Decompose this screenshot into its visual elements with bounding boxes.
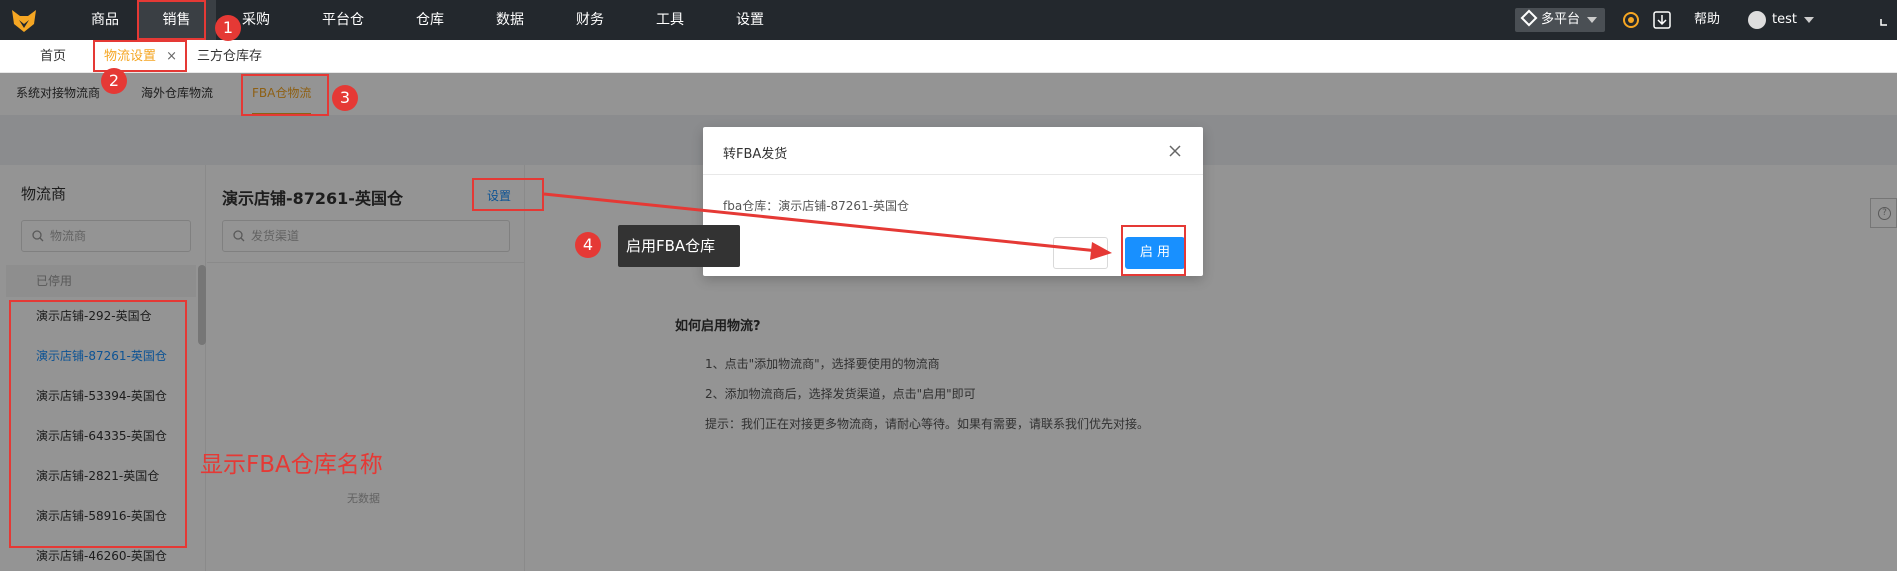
page-tabs-bar: 首页 物流设置 × 三方仓库存 [0, 40, 1897, 73]
annotation-badge: 1 [215, 15, 241, 41]
top-nav-bar: 商品 销售 采购 平台仓 仓库 数据 财务 工具 设置 多平台 帮助 test [0, 0, 1897, 40]
annotation-badge: 2 [101, 68, 127, 94]
tab-home[interactable]: 首页 [40, 40, 66, 73]
nav-item-finance[interactable]: 财务 [560, 0, 620, 40]
modal-fba-warehouse: fba仓库：演示店铺-87261-英国仓 [723, 199, 910, 213]
annotation-box-list [9, 300, 187, 548]
help-link[interactable]: 帮助 [1694, 0, 1720, 40]
nav-item-tools[interactable]: 工具 [640, 0, 700, 40]
logo-icon[interactable] [10, 6, 38, 34]
nav-item-products[interactable]: 商品 [80, 0, 130, 40]
username[interactable]: test [1772, 0, 1797, 40]
nav-item-settings[interactable]: 设置 [720, 0, 780, 40]
annotation-badge: 3 [332, 85, 358, 111]
download-icon[interactable] [1652, 10, 1672, 30]
modal-header: 转FBA发货 [703, 127, 1203, 175]
annotation-box-fba-tab [241, 74, 329, 116]
annotation-box-settings [472, 178, 544, 211]
annotation-box-sales [137, 0, 206, 40]
platform-icon [1520, 9, 1538, 27]
fullscreen-icon[interactable] [1880, 14, 1892, 26]
close-icon[interactable] [1169, 145, 1181, 157]
platform-selector[interactable]: 多平台 [1515, 8, 1605, 32]
modal-title: 转FBA发货 [723, 147, 788, 162]
nav-item-data[interactable]: 数据 [480, 0, 540, 40]
annotation-box-logistics-tab [93, 40, 187, 72]
avatar[interactable] [1748, 11, 1766, 29]
annotation-tooltip: 启用FBA仓库 [618, 225, 740, 267]
annotation-note: 显示FBA仓库名称 [200, 452, 383, 478]
nav-item-platform-warehouse[interactable]: 平台仓 [312, 0, 374, 40]
notification-icon[interactable] [1621, 10, 1641, 30]
user-chevron-down-icon[interactable] [1804, 17, 1814, 23]
annotation-badge: 4 [575, 232, 601, 258]
chevron-down-icon [1587, 17, 1597, 23]
cancel-button[interactable] [1053, 237, 1108, 269]
nav-item-warehouse[interactable]: 仓库 [400, 0, 460, 40]
platform-label: 多平台 [1541, 12, 1581, 27]
tab-third-party-stock[interactable]: 三方仓库存 [197, 40, 262, 73]
annotation-box-enable [1121, 225, 1186, 276]
